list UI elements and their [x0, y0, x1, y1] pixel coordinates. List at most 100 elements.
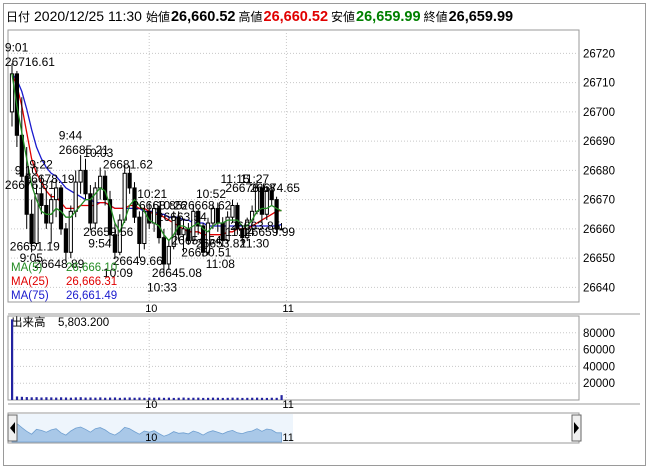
price-annotation-33: 11:08	[206, 257, 235, 271]
volume-bar-55	[280, 395, 283, 400]
volume-bar-40	[207, 397, 210, 400]
volume-bar-36	[187, 397, 190, 400]
candle-body-13	[73, 181, 78, 212]
price-ytick-label-4: 26680	[583, 165, 615, 177]
volume-bar-10	[60, 397, 63, 400]
volume-bar-15	[84, 397, 87, 400]
volume-bar-6	[40, 397, 43, 400]
volume-bar-31	[162, 397, 166, 400]
volume-bar-11	[64, 397, 68, 400]
candle-body-23	[122, 172, 127, 221]
candle-body-8	[49, 199, 54, 224]
price-ytick-label-0: 26640	[583, 282, 615, 294]
volume-bar-53	[270, 397, 273, 400]
price-x-axis: 10 11	[145, 303, 294, 315]
price-annotation-6: 26681.62	[103, 158, 153, 172]
candle-body-10	[58, 187, 64, 230]
price-ytick-label-5: 26690	[583, 136, 615, 148]
volume-bar-52	[265, 397, 268, 400]
volume-bar-8	[50, 397, 53, 400]
volume-bar-48	[246, 397, 249, 400]
volume-bar-26	[138, 397, 141, 400]
volume-bar-46	[236, 397, 239, 400]
candle-body-18	[98, 175, 103, 189]
volume-ytick-label-2: 60000	[583, 345, 615, 357]
price-annotation-2: 9:44	[59, 128, 83, 142]
volume-bar-3	[25, 397, 28, 400]
volume-bar-42	[216, 397, 219, 400]
volume-bar-47	[241, 397, 244, 400]
volume-bar-5	[35, 397, 38, 400]
legend-ma25-label: MA(25)	[11, 276, 49, 288]
candle-body-32	[166, 245, 171, 265]
volume-bar-32	[167, 397, 170, 400]
volume-bar-18	[99, 397, 102, 400]
price-ytick-label-6: 26700	[583, 107, 615, 119]
volume-bar-28	[148, 397, 151, 400]
volume-ytick-label-1: 40000	[583, 361, 615, 373]
candle-body-31	[161, 237, 167, 265]
candle-body-11	[63, 228, 69, 253]
volume-panel: 出来高 5,803.200	[7, 315, 640, 405]
volume-bar-50	[256, 397, 259, 400]
volume-bar-51	[260, 397, 264, 400]
volume-bar-4	[30, 397, 33, 400]
candle-body-15	[83, 169, 88, 195]
volume-bar-54	[275, 397, 278, 400]
volume-bar-1	[15, 396, 19, 400]
volume-bar-23	[123, 397, 126, 400]
volume-bar-9	[55, 397, 58, 400]
volume-bar-21	[113, 397, 117, 400]
legend-ma5-value: 26,666.10	[66, 262, 117, 274]
volume-bar-38	[197, 397, 200, 400]
price-ytick-label-1: 26650	[583, 253, 615, 265]
candlestick-chart: 26640 26650 26660 26670 26680 26690 26700 26710…	[5, 29, 640, 444]
price-annotation-25: 9:54	[88, 237, 112, 251]
price-annotation-27: 11:30	[240, 237, 269, 251]
volume-bar-14	[79, 397, 82, 400]
volume-bar-0	[11, 319, 14, 400]
price-annotation-13: 26674.65	[250, 181, 300, 195]
volume-bar-20	[109, 397, 112, 400]
volume-xtick-label-0: 10	[145, 399, 157, 411]
price-annotation-35: 26645.08	[152, 266, 202, 280]
volume-bar-25	[133, 397, 136, 400]
volume-bar-35	[182, 397, 185, 400]
price-annotation-36: 10:33	[147, 280, 177, 294]
volume-bar-16	[89, 397, 92, 400]
price-ytick-label-7: 26710	[583, 78, 615, 90]
volume-bar-19	[104, 397, 107, 400]
candle-body-24	[127, 172, 132, 189]
candle-body-6	[39, 193, 44, 206]
volume-bar-22	[118, 397, 121, 400]
volume-xtick-label-1: 11	[282, 399, 293, 411]
candle-body-14	[78, 169, 83, 183]
volume-ytick-label-0: 20000	[583, 378, 615, 390]
volume-bar-17	[94, 397, 97, 400]
volume-bar-43	[221, 397, 224, 400]
volume-bar-27	[143, 397, 146, 400]
price-xtick-label-0: 10	[145, 303, 157, 315]
volume-bar-34	[177, 397, 180, 400]
price-ytick-label-8: 26720	[583, 48, 615, 60]
price-annotation-1: 26716.61	[5, 55, 55, 69]
volume-bar-2	[20, 396, 23, 400]
volume-x-axis: 10 11	[145, 399, 294, 411]
volume-bar-45	[231, 397, 234, 400]
price-ytick-label-2: 26660	[583, 224, 615, 236]
price-annotation-11: 26676.81	[5, 178, 55, 192]
price-ytick-label-3: 26670	[583, 195, 615, 207]
candle-body-26	[137, 216, 142, 245]
volume-label: 出来高	[11, 315, 46, 329]
volume-y-axis: 20000 40000 60000 80000	[583, 328, 615, 390]
volume-bar-24	[128, 397, 131, 400]
price-annotation-0: 9:01	[5, 41, 29, 55]
price-xtick-label-1: 11	[282, 303, 293, 315]
legend-ma75-value: 26,661.49	[66, 290, 117, 302]
price-y-axis: 26640 26650 26660 26670 26680 26690 26700 26710…	[583, 48, 615, 294]
volume-bar-29	[153, 397, 156, 400]
volume-bar-30	[158, 397, 161, 400]
overview-xtick-label-0: 10	[145, 432, 157, 444]
volume-bar-44	[226, 397, 229, 400]
price-annotation-19: 26663.54	[157, 210, 207, 224]
